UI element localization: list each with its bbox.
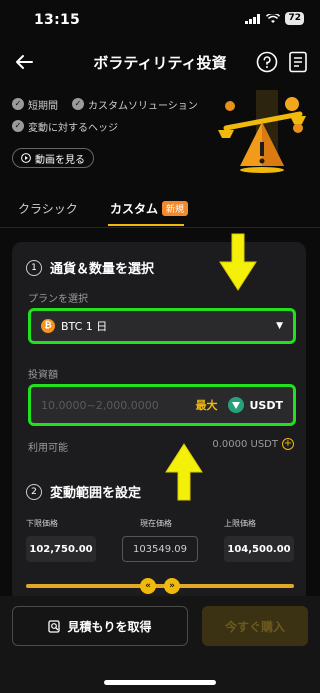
dropdown-caret-icon: ▼ (276, 321, 283, 331)
tab-classic[interactable]: クラシック (18, 200, 78, 217)
upper-price-label: 上限価格 (224, 519, 256, 528)
usdt-icon (227, 397, 244, 413)
feature-list: ✓ 短期間 ✓ カスタムソリューション ✓ 変動に対するヘッジ (12, 96, 212, 140)
play-icon (21, 153, 31, 163)
buy-now-button[interactable]: 今すぐ購入 (202, 606, 308, 646)
bitcoin-icon: ₿ (41, 319, 55, 333)
feature-item: ✓ カスタムソリューション (72, 97, 198, 112)
watch-video-button[interactable]: 動画を見る (12, 148, 94, 168)
plan-label: プランを選択 (28, 294, 88, 305)
lower-price-input[interactable]: 102,750.00 (26, 536, 96, 562)
amount-field: 最大 USDT (28, 384, 296, 426)
plan-value: BTC 1 日 (61, 320, 108, 333)
slider-right-handle-icon[interactable]: » (164, 578, 180, 594)
battery-indicator: 72 (285, 12, 304, 25)
wifi-icon (266, 13, 281, 23)
help-icon[interactable] (256, 51, 278, 73)
get-quote-button[interactable]: 見積もりを取得 (12, 606, 188, 646)
quote-search-icon (48, 619, 61, 633)
check-icon: ✓ (12, 98, 24, 110)
amount-input[interactable] (41, 398, 181, 412)
section-heading: 1 通貨＆数量を選択 (26, 258, 154, 277)
custom-order-card: 1 通貨＆数量を選択 プランを選択 ₿ BTC 1 日 ▼ 投資額 最大 USD… (12, 242, 306, 602)
available-label: 利用可能 (28, 443, 68, 454)
status-bar: 13:15 72 (0, 0, 320, 40)
check-icon: ✓ (12, 120, 24, 132)
section-heading: 2 変動範囲を設定 (26, 482, 141, 501)
amount-label: 投資額 (28, 370, 58, 381)
home-indicator (104, 680, 216, 685)
tab-custom[interactable]: カスタム 新規 (110, 200, 189, 217)
nav-bar: ボラティリティ投資 (0, 42, 320, 82)
lower-price-label: 下限価格 (26, 519, 58, 528)
current-price-label: 現在価格 (140, 519, 172, 528)
signal-icon (245, 13, 261, 24)
feature-item: ✓ 変動に対するヘッジ (12, 119, 118, 134)
mode-tabs: クラシック カスタム 新規 (0, 192, 320, 228)
active-tab-indicator (108, 224, 184, 226)
status-time: 13:15 (34, 12, 81, 28)
available-balance: 0.0000 USDT + (212, 438, 294, 450)
balance-scale-illustration (218, 90, 306, 173)
upper-price-input[interactable]: 104,500.00 (224, 536, 294, 562)
status-icons: 72 (245, 12, 304, 25)
current-price-value: 103549.09 (122, 536, 198, 562)
currency-label: USDT (249, 398, 284, 412)
step-number: 1 (26, 259, 42, 276)
bottom-action-bar: 見積もりを取得 今すぐ購入 (0, 596, 320, 693)
add-funds-icon[interactable]: + (282, 438, 294, 450)
new-badge: 新規 (162, 201, 189, 216)
slider-left-handle-icon[interactable]: « (140, 578, 156, 594)
feature-item: ✓ 短期間 (12, 97, 58, 112)
range-slider-track[interactable] (26, 584, 294, 588)
document-icon[interactable] (288, 51, 308, 73)
plan-select[interactable]: ₿ BTC 1 日 ▼ (28, 308, 296, 344)
max-button[interactable]: 最大 (196, 397, 218, 413)
step-number: 2 (26, 483, 42, 500)
check-icon: ✓ (72, 98, 84, 110)
